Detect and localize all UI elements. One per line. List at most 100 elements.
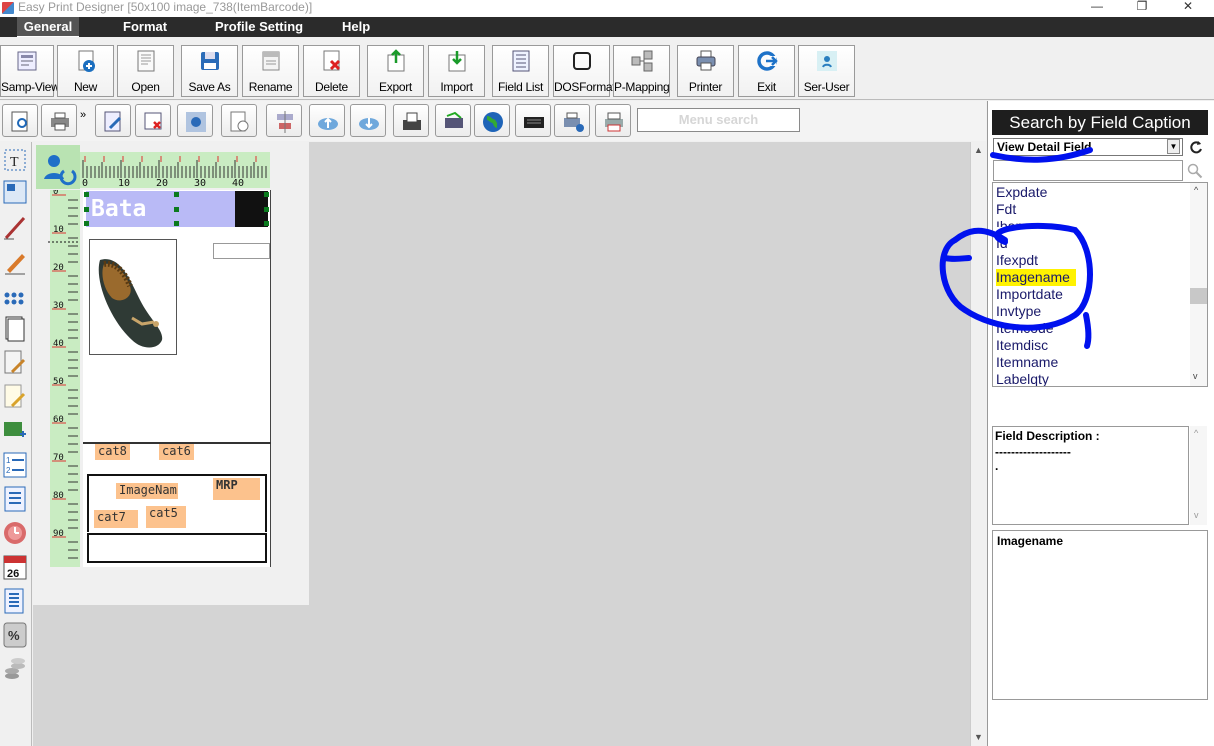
canvas-scrollbar[interactable]: ▲ ▼ bbox=[970, 142, 986, 746]
list-item[interactable]: Importdate bbox=[996, 286, 1063, 303]
coins-icon[interactable] bbox=[2, 654, 28, 684]
field-imagename[interactable]: ImageNam bbox=[116, 483, 178, 499]
check-field-button[interactable] bbox=[135, 104, 171, 137]
schedule-button[interactable] bbox=[221, 104, 257, 137]
list-item[interactable]: Fdt bbox=[996, 201, 1016, 218]
edit-doc-icon[interactable] bbox=[2, 348, 28, 378]
list-doc-icon[interactable] bbox=[2, 484, 28, 514]
field-cat8[interactable]: cat8 bbox=[95, 444, 130, 460]
page-tool-icon[interactable] bbox=[2, 314, 28, 344]
list-item[interactable]: Itemdisc bbox=[996, 337, 1048, 354]
receipt-printer-button[interactable] bbox=[393, 104, 429, 137]
handle-bl[interactable] bbox=[84, 221, 89, 226]
close-icon[interactable]: ✕ bbox=[1165, 0, 1211, 14]
numbered-list-icon[interactable]: 12 bbox=[2, 450, 28, 480]
handle-br[interactable] bbox=[264, 221, 269, 226]
product-image[interactable] bbox=[89, 239, 177, 355]
field-cat7[interactable]: cat7 bbox=[94, 510, 138, 528]
export-button[interactable]: Export bbox=[367, 45, 424, 97]
open-button[interactable]: Open bbox=[117, 45, 174, 97]
percent-icon[interactable]: % bbox=[2, 620, 28, 650]
line-tool-icon[interactable] bbox=[2, 212, 28, 242]
description-scrollbar[interactable]: ^ v bbox=[1190, 426, 1207, 525]
handle-tr[interactable] bbox=[264, 192, 269, 197]
import-button[interactable]: Import bbox=[428, 45, 485, 97]
view-field-select[interactable]: View Detail Field ▼ bbox=[993, 138, 1183, 156]
save-as-button[interactable]: Save As bbox=[181, 45, 238, 97]
edit-field-button[interactable] bbox=[95, 104, 131, 137]
rename-button[interactable]: Rename bbox=[242, 45, 299, 97]
scroll-down-icon[interactable]: ▼ bbox=[974, 732, 983, 742]
web-button[interactable] bbox=[474, 104, 510, 137]
handle-tl[interactable] bbox=[84, 192, 89, 197]
delete-button[interactable]: Delete bbox=[303, 45, 360, 97]
handle-tm[interactable] bbox=[174, 192, 179, 197]
tag-printer-button[interactable] bbox=[435, 104, 471, 137]
network-printer-button[interactable] bbox=[554, 104, 590, 137]
menu-profile-setting[interactable]: Profile Setting bbox=[215, 17, 303, 37]
cash-drawer-button[interactable] bbox=[515, 104, 551, 137]
note-doc-icon[interactable] bbox=[2, 382, 28, 412]
field-search-input[interactable] bbox=[993, 160, 1183, 181]
calendar-icon[interactable]: 26 bbox=[2, 552, 28, 582]
settings-button[interactable] bbox=[177, 104, 213, 137]
handle-bm[interactable] bbox=[174, 221, 179, 226]
list-scroll-thumb[interactable] bbox=[1190, 288, 1207, 304]
handle-mm[interactable] bbox=[174, 207, 179, 212]
barcode-doc-icon[interactable] bbox=[2, 586, 28, 616]
dots-tool-icon[interactable] bbox=[2, 280, 28, 310]
scroll-up-icon[interactable]: ▲ bbox=[974, 145, 983, 155]
search-icon[interactable] bbox=[1187, 163, 1203, 179]
pencil-tool-icon[interactable] bbox=[2, 246, 28, 276]
clock-tool-icon[interactable] bbox=[2, 518, 28, 548]
list-item[interactable]: Id bbox=[996, 235, 1008, 252]
new-button[interactable]: New bbox=[57, 45, 114, 97]
list-item[interactable]: Ibamy bbox=[996, 218, 1034, 227]
list-item[interactable]: Itemname bbox=[996, 354, 1058, 371]
user-refresh-icon[interactable] bbox=[36, 145, 80, 189]
exit-button[interactable]: Exit bbox=[738, 45, 795, 97]
field-list-button[interactable]: Field List bbox=[492, 45, 549, 97]
refresh-icon[interactable] bbox=[1189, 140, 1203, 154]
list-item[interactable]: Itemcode bbox=[996, 320, 1054, 337]
menu-search-input[interactable]: Menu search bbox=[637, 108, 800, 132]
field-cat6[interactable]: cat6 bbox=[159, 444, 194, 460]
menu-help[interactable]: Help bbox=[342, 17, 370, 37]
list-item[interactable]: Ifexpdt bbox=[996, 252, 1038, 269]
layout-tool-icon[interactable] bbox=[2, 178, 28, 208]
print-setup-button[interactable] bbox=[595, 104, 631, 137]
handle-mr[interactable] bbox=[264, 207, 269, 212]
ser-user-button[interactable]: Ser-User bbox=[798, 45, 855, 97]
dos-format-button[interactable]: DOSFormat bbox=[553, 45, 616, 97]
print-button[interactable] bbox=[41, 104, 77, 137]
minimize-icon[interactable]: — bbox=[1074, 0, 1120, 14]
samp-view-button[interactable]: Samp-View bbox=[0, 45, 60, 97]
menu-format[interactable]: Format bbox=[123, 17, 167, 37]
list-item-selected[interactable]: Imagename bbox=[996, 269, 1076, 286]
image-tool-icon[interactable] bbox=[2, 416, 28, 446]
maximize-icon[interactable]: ❐ bbox=[1119, 0, 1165, 14]
list-item[interactable]: Labelqty bbox=[996, 371, 1049, 386]
p-mapping-button[interactable]: P-Mapping bbox=[613, 45, 670, 97]
desc-scroll-up-icon[interactable]: ^ bbox=[1194, 428, 1198, 438]
list-scroll-down-icon[interactable]: v bbox=[1193, 371, 1198, 381]
align-button[interactable] bbox=[266, 104, 302, 137]
field-mrp[interactable]: MRP bbox=[213, 478, 260, 500]
list-item[interactable]: Expdate bbox=[996, 184, 1047, 201]
desc-scroll-down-icon[interactable]: v bbox=[1194, 510, 1199, 520]
footer-box[interactable] bbox=[87, 533, 267, 563]
text-tool-icon[interactable]: T bbox=[2, 146, 28, 176]
upload-button[interactable] bbox=[309, 104, 345, 137]
list-scroll-up-icon[interactable]: ^ bbox=[1194, 185, 1198, 195]
page-preview-button[interactable] bbox=[2, 104, 38, 137]
list-item[interactable]: Invtype bbox=[996, 303, 1041, 320]
toolbar-overflow[interactable]: » bbox=[80, 109, 86, 121]
field-list-scrollbar[interactable]: ^ v bbox=[1190, 183, 1207, 386]
menu-general[interactable]: General bbox=[17, 17, 79, 37]
field-list[interactable]: Expdate Fdt Ibamy Id Ifexpdt Imagename I… bbox=[992, 182, 1208, 387]
chevron-down-icon[interactable]: ▼ bbox=[1167, 139, 1180, 154]
download-button[interactable] bbox=[350, 104, 386, 137]
text-field-box[interactable] bbox=[213, 243, 270, 259]
label-canvas[interactable]: Bata cat8 cat6 ImageNam MRP cat7 cat5 bbox=[83, 190, 271, 567]
field-cat5[interactable]: cat5 bbox=[146, 506, 186, 528]
